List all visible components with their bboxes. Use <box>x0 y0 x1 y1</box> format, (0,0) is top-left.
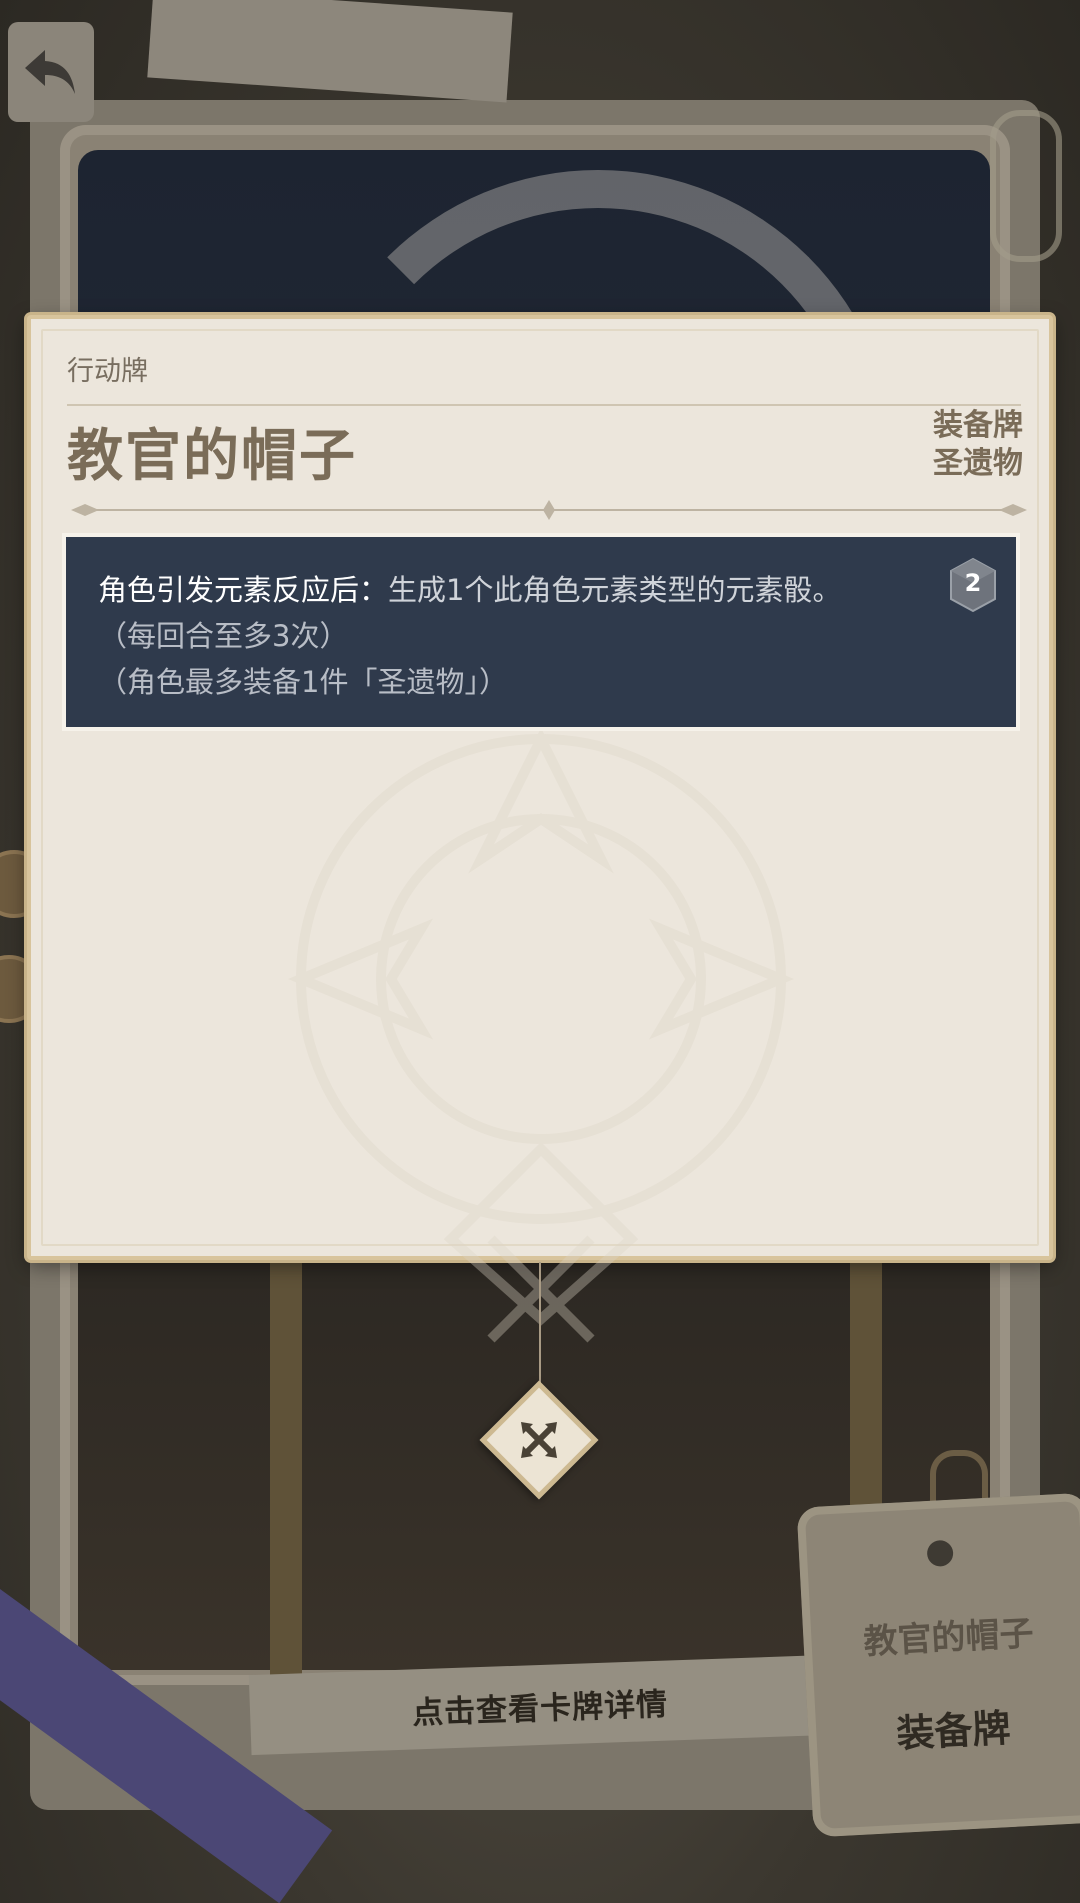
description-limit-note: （每回合至多3次） <box>98 619 349 653</box>
card-tag-equipment: 装备牌 <box>933 408 1023 443</box>
hint-label: 点击查看卡牌详情 <box>411 1686 669 1731</box>
card-viewer-screen: 点击查看卡牌详情 教官的帽子 装备牌 行动牌 教官的帽子 装备牌 圣遗物 角色引… <box>0 0 1080 1903</box>
cost-value: 2 <box>964 569 982 597</box>
background-sketch <box>147 0 513 103</box>
card-tags: 装备牌 圣遗物 <box>933 407 1023 483</box>
cost-dice: 2 <box>948 557 998 613</box>
close-button-string <box>539 1262 541 1392</box>
ornamental-divider <box>71 500 1027 520</box>
description-equip-note: （角色最多装备1件「圣遗物」） <box>98 665 508 699</box>
close-button[interactable] <box>479 1380 599 1500</box>
description-effect: 角色引发元素反应后：生成1个此角色元素类型的元素骰。 <box>98 567 841 609</box>
back-arrow-icon <box>25 50 75 94</box>
tag-hole <box>926 1539 954 1568</box>
card-title: 教官的帽子 <box>67 424 357 489</box>
card-category-label: 行动牌 <box>67 356 148 387</box>
header-divider <box>67 404 1021 406</box>
tag-card-type: 装备牌 <box>895 1705 1012 1756</box>
card-type-tag: 教官的帽子 装备牌 <box>796 1492 1080 1838</box>
card-detail-panel: 行动牌 教官的帽子 装备牌 圣遗物 角色引发元素反应后：生成1个此角色元素类型的… <box>27 315 1053 1343</box>
panel-watermark-emblem <box>288 727 794 1343</box>
corner-clip-icon <box>990 110 1062 262</box>
close-x-icon <box>521 1422 557 1458</box>
tag-card-name: 教官的帽子 <box>862 1613 1035 1663</box>
card-tag-artifact: 圣遗物 <box>933 446 1023 481</box>
description-trigger: 角色引发元素反应后： <box>98 573 389 607</box>
card-description-box: 角色引发元素反应后：生成1个此角色元素类型的元素骰。 （每回合至多3次） （角色… <box>62 533 1020 731</box>
description-result: 生成1个此角色元素类型的元素骰。 <box>388 573 842 607</box>
back-button[interactable] <box>8 22 94 122</box>
